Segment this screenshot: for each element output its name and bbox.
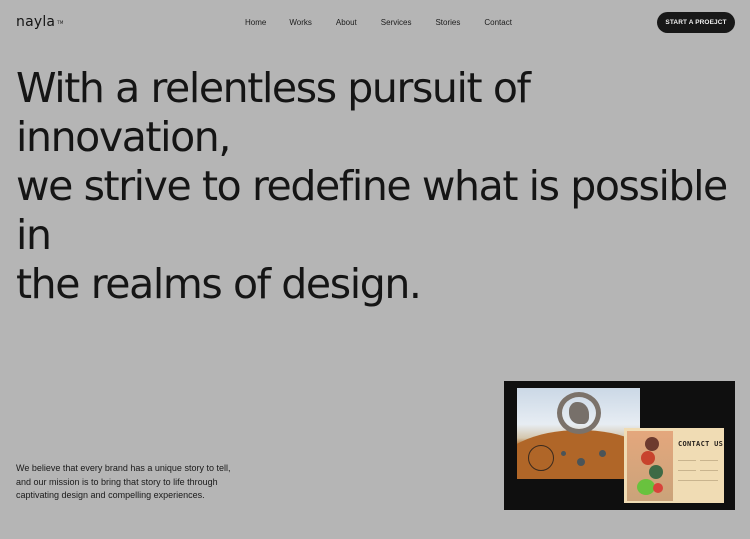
contact-card-preview: CONTACT US (624, 428, 724, 503)
rock-shape (569, 402, 589, 424)
collage-shape (645, 437, 659, 451)
start-project-button[interactable]: START A PROEJCT (657, 12, 735, 33)
intro-line: and our mission is to bring that story t… (16, 476, 218, 487)
nav-item-stories[interactable]: Stories (435, 18, 460, 27)
form-line (700, 470, 718, 471)
nav-item-home[interactable]: Home (245, 18, 266, 27)
desert-sculpture-image (517, 388, 640, 479)
form-line (700, 460, 718, 461)
trademark-mark: TM (57, 19, 64, 25)
collage-shape (641, 451, 655, 465)
form-line (678, 460, 696, 461)
nav-item-about[interactable]: About (336, 18, 357, 27)
nav-item-contact[interactable]: Contact (484, 18, 512, 27)
nav-item-services[interactable]: Services (381, 18, 412, 27)
hero-line: we strive to redefine what is possible i… (16, 162, 728, 259)
collage-shape (649, 465, 663, 479)
hero-line: the realms of design. (16, 260, 422, 308)
sphere (561, 451, 566, 456)
showcase-preview[interactable]: CONTACT US (504, 381, 735, 510)
intro-text: We believe that every brand has a unique… (16, 462, 256, 503)
intro-line: We believe that every brand has a unique… (16, 463, 231, 473)
hero-headline: With a relentless pursuit of innovation,… (16, 64, 741, 309)
contact-card-title: CONTACT US (678, 440, 724, 448)
brand-logo[interactable]: nayla TM (16, 14, 64, 30)
hero-line: With a relentless pursuit of innovation, (16, 64, 531, 161)
collage-artwork (627, 431, 673, 501)
sphere (577, 458, 585, 466)
main-nav: Home Works About Services Stories Contac… (245, 18, 535, 27)
sphere (599, 450, 606, 457)
collage-shape (653, 483, 663, 493)
form-line (678, 470, 696, 471)
brand-name: nayla (16, 14, 56, 30)
nav-item-works[interactable]: Works (289, 18, 312, 27)
form-line (678, 480, 718, 481)
circle-outline (528, 445, 554, 471)
intro-line: captivating design and compelling experi… (16, 490, 205, 500)
